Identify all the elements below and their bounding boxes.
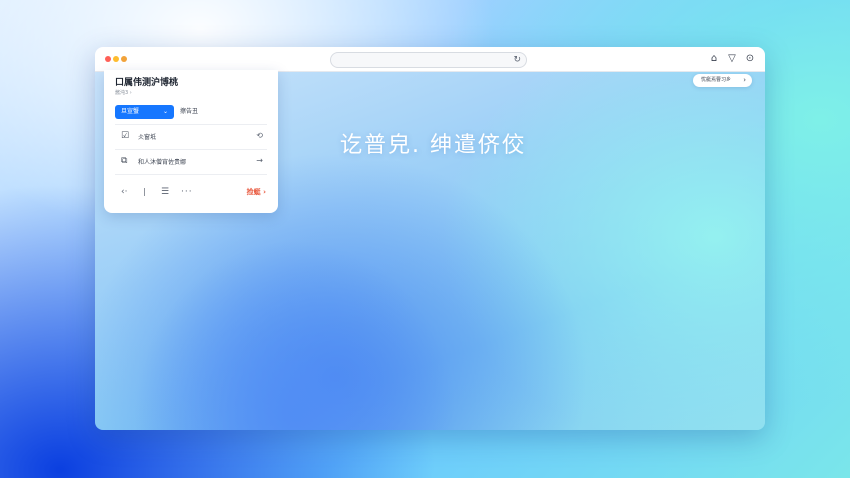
- chevron-down-icon: ⌄: [162, 108, 168, 115]
- maximize-window-button[interactable]: [121, 56, 127, 62]
- dropdown-panel: 口属伟测沪博桃 酱沌3 › 旦宣蟹 ⌄ 擦告丑 ☑ 仌窗坻 ⟲ ⧉ 和人沐僧宵佐…: [104, 70, 278, 213]
- panel-subtitle[interactable]: 酱沌3 ›: [115, 89, 132, 96]
- secondary-button[interactable]: 擦告丑: [180, 105, 198, 119]
- reload-icon[interactable]: ↻: [513, 54, 521, 66]
- list-item[interactable]: ⧉ 和人沐僧宵佐贵娜 →: [115, 149, 267, 175]
- download-icon[interactable]: ⊙: [743, 52, 757, 66]
- home-icon[interactable]: ⌂: [707, 52, 721, 66]
- top-right-pill-button[interactable]: 忧艇焉曹习乡 ›: [693, 74, 752, 87]
- menu-icon[interactable]: ☰: [161, 185, 169, 199]
- chevron-right-icon: ›: [743, 76, 746, 84]
- refresh-icon: ⟲: [256, 131, 263, 140]
- more-icon[interactable]: ···: [181, 185, 193, 199]
- primary-button-label: 旦宣蟹: [121, 108, 140, 115]
- panel-toolbar: ‹· | ☰ ···: [115, 185, 267, 199]
- list-item[interactable]: ☑ 仌窗坻 ⟲: [115, 124, 267, 149]
- panel-title: 口属伟测沪博桃: [115, 78, 179, 88]
- divider: |: [143, 187, 146, 196]
- edit-icon: ☑: [121, 131, 130, 141]
- arrow-right-icon: →: [256, 156, 263, 165]
- panel-link[interactable]: 捡蜓 ›: [247, 185, 266, 199]
- copy-icon: ⧉: [121, 156, 128, 166]
- primary-dropdown-button[interactable]: 旦宣蟹 ⌄: [115, 105, 174, 119]
- list-item-label: 和人沐僧宵佐贵娜: [138, 159, 187, 166]
- close-window-button[interactable]: [105, 56, 111, 62]
- back-icon[interactable]: ‹·: [121, 185, 127, 199]
- hero-text: 讫普皃. 绅遣侪佼: [340, 133, 526, 158]
- minimize-window-button[interactable]: [113, 56, 119, 62]
- browser-titlebar: ↻ ⌂ ▽ ⊙: [95, 47, 765, 72]
- background-blob: [95, 197, 515, 430]
- list-item-label: 仌窗坻: [138, 134, 157, 141]
- pill-label: 忧艇焉曹习乡: [701, 77, 732, 83]
- address-bar[interactable]: ↻: [330, 52, 527, 68]
- shield-icon[interactable]: ▽: [725, 52, 739, 66]
